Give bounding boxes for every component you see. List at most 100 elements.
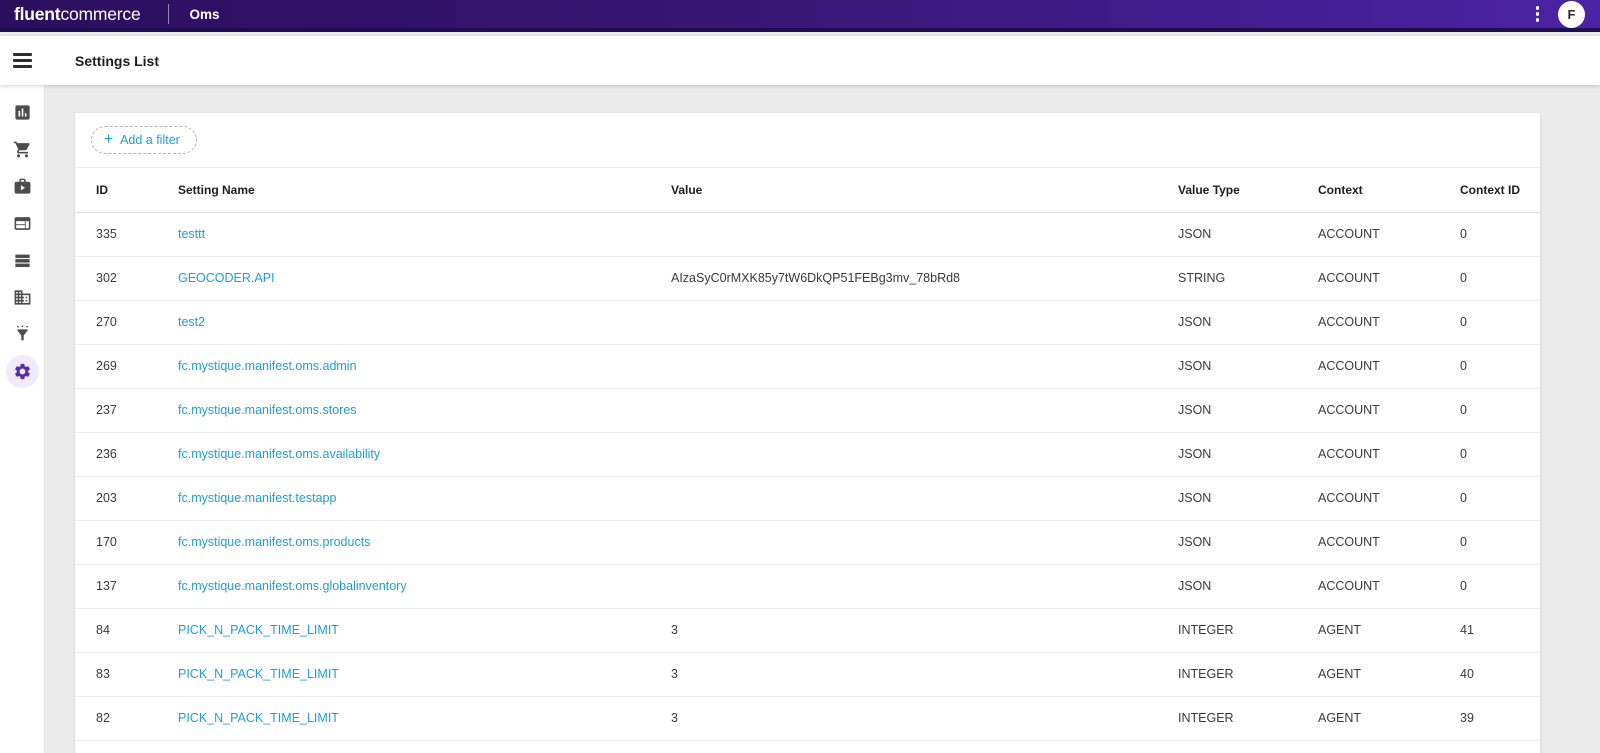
setting-name-link[interactable]: fc.mystique.manifest.oms.admin <box>178 359 357 373</box>
cell-context: ACCOUNT <box>1318 256 1460 300</box>
setting-name-link[interactable]: fc.mystique.manifest.oms.stores <box>178 403 357 417</box>
column-header-id: ID <box>75 168 178 212</box>
setting-name-link[interactable]: GEOCODER.API <box>178 271 275 285</box>
briefcase-play-icon <box>13 177 32 196</box>
cell-context-id: 0 <box>1460 520 1540 564</box>
top-app-bar: fluentcommerce Oms F <box>0 0 1600 32</box>
building-icon <box>13 288 32 307</box>
settings-table-body: 335 testtt JSON ACCOUNT 0 302 GEOCODER.A… <box>75 212 1540 740</box>
sidebar-item-analytics[interactable] <box>4 94 41 131</box>
cell-value-type: STRING <box>1178 256 1318 300</box>
cell-context: ACCOUNT <box>1318 520 1460 564</box>
cell-context: ACCOUNT <box>1318 212 1460 256</box>
cell-id: 83 <box>75 652 178 696</box>
brand-regular: commerce <box>60 4 140 25</box>
cell-value <box>671 564 1178 608</box>
cell-value-type: JSON <box>1178 432 1318 476</box>
cell-context-id: 0 <box>1460 564 1540 608</box>
table-row: 170 fc.mystique.manifest.oms.products JS… <box>75 520 1540 564</box>
table-row: 83 PICK_N_PACK_TIME_LIMIT 3 INTEGER AGEN… <box>75 652 1540 696</box>
cell-value-type: JSON <box>1178 300 1318 344</box>
cell-value <box>671 344 1178 388</box>
table-row: 84 PICK_N_PACK_TIME_LIMIT 3 INTEGER AGEN… <box>75 608 1540 652</box>
cell-context-id: 0 <box>1460 344 1540 388</box>
cell-value-type: JSON <box>1178 476 1318 520</box>
cell-context-id: 0 <box>1460 476 1540 520</box>
cell-context: ACCOUNT <box>1318 344 1460 388</box>
kebab-menu-icon[interactable] <box>1532 4 1544 24</box>
cell-context-id: 0 <box>1460 388 1540 432</box>
cell-context-id: 40 <box>1460 652 1540 696</box>
setting-name-link[interactable]: fc.mystique.manifest.oms.availability <box>178 447 380 461</box>
layout-icon <box>13 214 32 233</box>
sidebar-item-orders[interactable] <box>4 131 41 168</box>
cell-id: 269 <box>75 344 178 388</box>
plus-icon: + <box>104 134 113 146</box>
cell-context: ACCOUNT <box>1318 432 1460 476</box>
user-avatar[interactable]: F <box>1558 1 1585 28</box>
cell-id: 237 <box>75 388 178 432</box>
setting-name-link[interactable]: testtt <box>178 227 205 241</box>
main-content: + Add a filter ID Setting Name Value Val… <box>45 85 1600 753</box>
setting-name-link[interactable]: fc.mystique.manifest.oms.products <box>178 535 370 549</box>
cell-context: ACCOUNT <box>1318 388 1460 432</box>
table-row: 335 testtt JSON ACCOUNT 0 <box>75 212 1540 256</box>
page-header: Settings List <box>0 36 1600 85</box>
cell-value-type: JSON <box>1178 344 1318 388</box>
table-row: 237 fc.mystique.manifest.oms.stores JSON… <box>75 388 1540 432</box>
cell-value-type: INTEGER <box>1178 608 1318 652</box>
column-header-value-type: Value Type <box>1178 168 1318 212</box>
add-filter-label: Add a filter <box>120 133 180 147</box>
sidebar-item-settings[interactable] <box>4 353 41 390</box>
column-header-context-id: Context ID <box>1460 168 1540 212</box>
list-icon <box>13 251 32 270</box>
cell-id: 270 <box>75 300 178 344</box>
cell-value: 3 <box>671 652 1178 696</box>
cell-value <box>671 520 1178 564</box>
sidebar-item-jobs[interactable] <box>4 168 41 205</box>
cell-value-type: JSON <box>1178 564 1318 608</box>
cell-value <box>671 388 1178 432</box>
gear-icon <box>13 362 32 381</box>
cell-context-id: 0 <box>1460 212 1540 256</box>
cell-value: 3 <box>671 608 1178 652</box>
add-filter-button[interactable]: + Add a filter <box>91 126 197 154</box>
sidebar-item-insights[interactable] <box>4 316 41 353</box>
setting-name-link[interactable]: test2 <box>178 315 205 329</box>
cell-value-type: INTEGER <box>1178 652 1318 696</box>
setting-name-link[interactable]: PICK_N_PACK_TIME_LIMIT <box>178 667 339 681</box>
table-row: 269 fc.mystique.manifest.oms.admin JSON … <box>75 344 1540 388</box>
sidebar-nav <box>0 85 45 753</box>
cell-value-type: INTEGER <box>1178 696 1318 740</box>
setting-name-link[interactable]: PICK_N_PACK_TIME_LIMIT <box>178 711 339 725</box>
cell-value <box>671 212 1178 256</box>
sidebar-item-webapps[interactable] <box>4 205 41 242</box>
topbar-divider <box>168 4 169 24</box>
hamburger-menu-icon[interactable] <box>0 53 45 67</box>
cell-context: AGENT <box>1318 652 1460 696</box>
cell-value: AIzaSyC0rMXK85y7tW6DkQP51FEBg3mv_78bRd8 <box>671 256 1178 300</box>
cell-context-id: 0 <box>1460 300 1540 344</box>
cell-context: ACCOUNT <box>1318 476 1460 520</box>
settings-card: + Add a filter ID Setting Name Value Val… <box>75 113 1540 753</box>
brand-bold: fluent <box>14 4 60 25</box>
table-row: 82 PICK_N_PACK_TIME_LIMIT 3 INTEGER AGEN… <box>75 696 1540 740</box>
cell-id: 84 <box>75 608 178 652</box>
cell-context: AGENT <box>1318 696 1460 740</box>
cell-id: 137 <box>75 564 178 608</box>
bar-chart-icon <box>13 103 32 122</box>
cart-icon <box>13 140 32 159</box>
cell-value: 3 <box>671 696 1178 740</box>
cell-context-id: 41 <box>1460 608 1540 652</box>
setting-name-link[interactable]: fc.mystique.manifest.testapp <box>178 491 336 505</box>
setting-name-link[interactable]: PICK_N_PACK_TIME_LIMIT <box>178 623 339 637</box>
sidebar-item-locations[interactable] <box>4 279 41 316</box>
setting-name-link[interactable]: fc.mystique.manifest.oms.globalinventory <box>178 579 407 593</box>
cell-value <box>671 300 1178 344</box>
table-row: 302 GEOCODER.API AIzaSyC0rMXK85y7tW6DkQP… <box>75 256 1540 300</box>
sidebar-item-listings[interactable] <box>4 242 41 279</box>
table-row: 236 fc.mystique.manifest.oms.availabilit… <box>75 432 1540 476</box>
fluent-logo-glyph-icon <box>146 5 147 26</box>
cell-value-type: JSON <box>1178 212 1318 256</box>
table-row: 270 test2 JSON ACCOUNT 0 <box>75 300 1540 344</box>
